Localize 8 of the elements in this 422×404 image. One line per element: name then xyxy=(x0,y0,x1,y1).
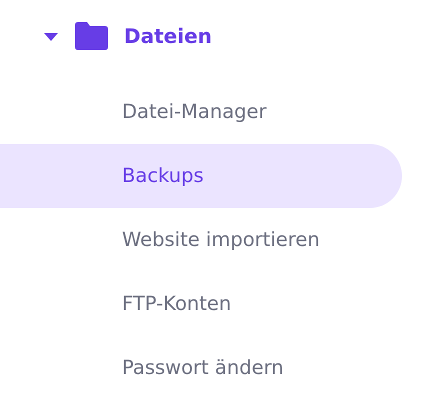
menu-item[interactable]: Passwort ändern xyxy=(0,336,402,400)
caret-icon[interactable] xyxy=(42,32,60,42)
folder-icon xyxy=(75,22,108,50)
menu-item[interactable]: FTP-Konten xyxy=(0,272,402,336)
menu-item[interactable]: Datei-Manager xyxy=(0,80,402,144)
menu-item[interactable]: Website importieren xyxy=(0,208,402,272)
menu-item[interactable]: Backups xyxy=(0,144,402,208)
section-title[interactable]: Dateien xyxy=(124,21,212,51)
